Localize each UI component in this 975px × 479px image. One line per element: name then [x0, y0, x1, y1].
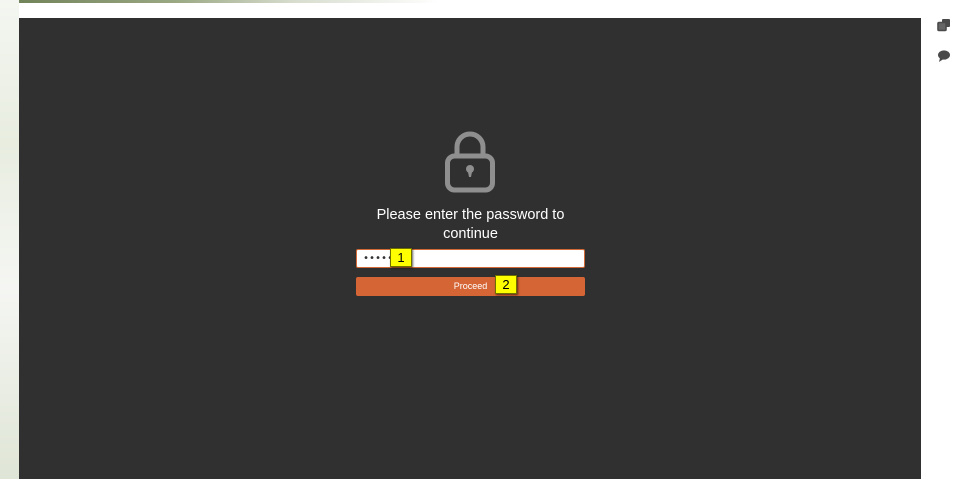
annotation-marker-2: 2 [495, 275, 517, 294]
copy-icon[interactable] [935, 16, 953, 34]
lock-icon [444, 129, 496, 193]
proceed-button[interactable]: Proceed [356, 277, 585, 296]
side-toolbar [921, 0, 975, 479]
annotation-marker-1: 1 [390, 248, 412, 267]
comment-icon[interactable] [935, 47, 953, 65]
background-strip [0, 0, 975, 3]
background-edge [0, 0, 19, 479]
password-prompt: Please enter the password to continue [376, 207, 565, 242]
